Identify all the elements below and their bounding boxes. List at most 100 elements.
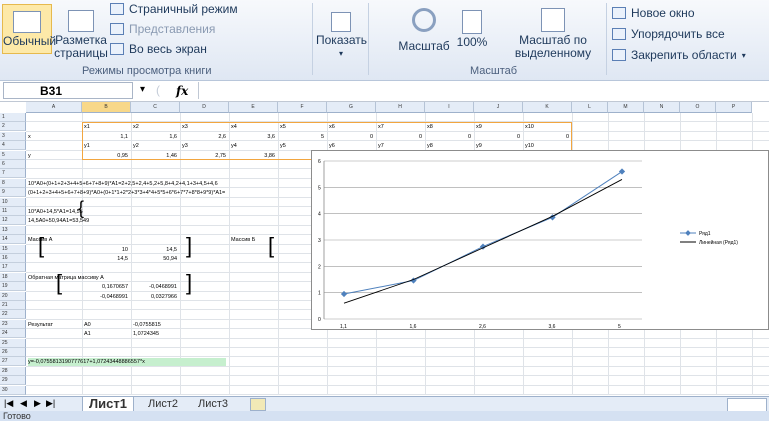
cell-k4[interactable]: y10 <box>525 142 534 150</box>
cell-c24[interactable]: 1,0724345 <box>133 330 159 338</box>
next-sheet-icon[interactable]: ▶ <box>34 398 41 409</box>
cell-b20[interactable]: -0,0468991 <box>82 293 128 301</box>
first-sheet-icon[interactable]: |◀ <box>4 398 13 409</box>
row-header-12[interactable]: 12 <box>0 216 26 226</box>
cell-c2[interactable]: x2 <box>133 123 139 131</box>
row-header-21[interactable]: 21 <box>0 301 26 310</box>
row-header-7[interactable]: 7 <box>0 169 26 179</box>
cell-i4[interactable]: y8 <box>427 142 433 150</box>
column-header-i[interactable]: I <box>425 102 474 113</box>
cell-a3[interactable]: x <box>28 133 31 141</box>
cell-f4[interactable]: y5 <box>280 142 286 150</box>
cell-f3[interactable]: 5 <box>278 133 324 141</box>
row-header-17[interactable]: 17 <box>0 263 26 273</box>
row-header-30[interactable]: 30 <box>0 385 26 395</box>
row-header-9[interactable]: 9 <box>0 188 26 198</box>
page-break-preview-button[interactable]: Страничный режим <box>110 2 238 16</box>
cell-e14[interactable]: Массив Б <box>231 236 255 244</box>
row-header-25[interactable]: 25 <box>0 338 26 348</box>
cell-g2[interactable]: x6 <box>329 123 335 131</box>
cancel-formula-icon[interactable]: ( <box>156 83 160 97</box>
cell-a11[interactable]: 10*A0+14,5*A1=14,55 <box>28 208 83 216</box>
new-window-button[interactable]: Новое окно <box>612 6 695 20</box>
arrange-all-button[interactable]: Упорядочить все <box>612 27 725 41</box>
column-header-k[interactable]: K <box>523 102 572 113</box>
column-header-m[interactable]: M <box>608 102 644 113</box>
cell-b4[interactable]: y1 <box>84 142 90 150</box>
page-layout-button[interactable]: Разметка страницы <box>54 4 108 60</box>
row-header-19[interactable]: 19 <box>0 282 26 292</box>
cell-c20[interactable]: 0,0327966 <box>131 293 177 301</box>
row-header-6[interactable]: 6 <box>0 160 26 169</box>
cell-d5[interactable]: 2,75 <box>180 152 226 160</box>
cell-b15[interactable]: 10 <box>82 246 128 254</box>
cell-b23[interactable]: A0 <box>84 321 91 329</box>
row-header-15[interactable]: 15 <box>0 244 26 254</box>
horizontal-scrollbar[interactable] <box>727 398 767 412</box>
row-header-24[interactable]: 24 <box>0 329 26 339</box>
cell-c15[interactable]: 14,5 <box>131 246 177 254</box>
cell-a18[interactable]: Обратная матрица массиву А <box>28 274 104 282</box>
prev-sheet-icon[interactable]: ◀ <box>20 398 27 409</box>
cell-j2[interactable]: x9 <box>476 123 482 131</box>
cell-e4[interactable]: y4 <box>231 142 237 150</box>
cell-b19[interactable]: 0,1670657 <box>82 283 128 291</box>
cell-a8[interactable]: 10*A0+(0+1+2+3+4+5+6+7+8+9)*A1=2+2,5+2,4… <box>28 180 218 188</box>
normal-view-button[interactable]: Обычный <box>2 4 56 54</box>
column-header-a[interactable]: A <box>26 102 82 113</box>
column-header-j[interactable]: J <box>474 102 523 113</box>
row-header-29[interactable]: 29 <box>0 376 26 386</box>
cell-j4[interactable]: y9 <box>476 142 482 150</box>
column-header-n[interactable]: N <box>644 102 680 113</box>
zoom-to-selection-button[interactable]: Масштаб по выделенному <box>498 4 608 60</box>
row-header-28[interactable]: 28 <box>0 366 26 376</box>
cell-c3[interactable]: 1,6 <box>131 133 177 141</box>
row-header-4[interactable]: 4 <box>0 141 26 151</box>
column-header-g[interactable]: G <box>327 102 376 113</box>
fx-icon[interactable]: fx <box>176 84 188 98</box>
freeze-panes-button[interactable]: Закрепить области ▾ <box>612 48 746 62</box>
cell-i3[interactable]: 0 <box>425 133 471 141</box>
row-header-23[interactable]: 23 <box>0 319 26 329</box>
row-header-3[interactable]: 3 <box>0 131 26 141</box>
cell-a12[interactable]: 14,5A0+50,94A1=53,549 <box>28 217 89 225</box>
column-header-f[interactable]: F <box>278 102 327 113</box>
tab-sheet1[interactable]: Лист1 <box>82 397 134 412</box>
cell-g4[interactable]: y6 <box>329 142 335 150</box>
column-header-c[interactable]: C <box>131 102 180 113</box>
cell-a9[interactable]: (0+1+2+3+4+5+6+7+8+9)*A0+(0+1*1+2*2+3*3+… <box>28 189 225 197</box>
cell-c5[interactable]: 1,46 <box>131 152 177 160</box>
cell-e5[interactable]: 3,86 <box>229 152 275 160</box>
cell-a23[interactable]: Результат <box>28 321 53 329</box>
full-screen-button[interactable]: Во весь экран <box>110 42 207 56</box>
row-header-18[interactable]: 18 <box>0 272 26 282</box>
cell-c16[interactable]: 50,94 <box>131 255 177 263</box>
column-header-h[interactable]: H <box>376 102 425 113</box>
cell-k2[interactable]: x10 <box>525 123 534 131</box>
cell-i2[interactable]: x8 <box>427 123 433 131</box>
row-header-20[interactable]: 20 <box>0 291 26 301</box>
row-header-16[interactable]: 16 <box>0 254 26 263</box>
chart[interactable]: 0 1 2 3 4 5 6 1,1 1,6 2,6 3,6 5 Ряд1 Линейная (Ряд1) <box>311 150 769 330</box>
cell-a27[interactable]: y=-0,0755813190777617+1,07243448886557*x <box>28 358 226 367</box>
cell-c19[interactable]: -0,0468991 <box>131 283 177 291</box>
row-header-22[interactable]: 22 <box>0 310 26 320</box>
cell-d3[interactable]: 2,6 <box>180 133 226 141</box>
last-sheet-icon[interactable]: ▶| <box>46 398 55 409</box>
zoom-100-button[interactable]: 100% <box>454 4 490 49</box>
tab-sheet2[interactable]: Лист2 <box>142 397 184 411</box>
cell-a5[interactable]: y <box>28 152 31 160</box>
column-header-p[interactable]: P <box>716 102 752 113</box>
cell-b24[interactable]: A1 <box>84 330 91 338</box>
zoom-button[interactable]: Масштаб <box>396 4 452 53</box>
row-header-27[interactable]: 27 <box>0 357 26 367</box>
custom-views-button[interactable]: Представления <box>110 22 215 36</box>
cell-b5[interactable]: 0,95 <box>82 152 128 160</box>
tab-sheet3[interactable]: Лист3 <box>192 397 234 411</box>
column-header-o[interactable]: O <box>680 102 716 113</box>
column-header-e[interactable]: E <box>229 102 278 113</box>
name-box[interactable]: B31 <box>3 82 133 99</box>
cell-e2[interactable]: x4 <box>231 123 237 131</box>
cell-h3[interactable]: 0 <box>376 133 422 141</box>
cell-h4[interactable]: y7 <box>378 142 384 150</box>
